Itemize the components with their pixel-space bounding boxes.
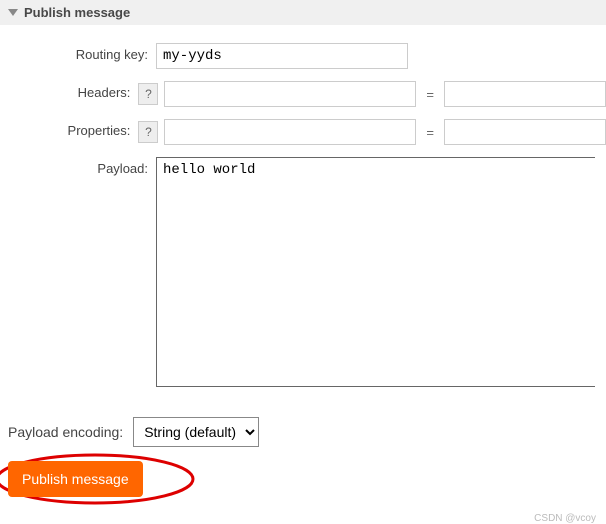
- row-routing-key: Routing key:: [8, 43, 606, 69]
- headers-help-icon[interactable]: ?: [138, 83, 158, 105]
- row-payload-encoding: Payload encoding: String (default): [8, 417, 606, 447]
- equals-sign: =: [422, 87, 438, 102]
- routing-key-input[interactable]: [156, 43, 408, 69]
- publish-message-button[interactable]: Publish message: [8, 461, 143, 497]
- payload-encoding-label: Payload encoding:: [8, 424, 123, 440]
- headers-key-input[interactable]: [164, 81, 416, 107]
- equals-sign: =: [422, 125, 438, 140]
- section-title: Publish message: [24, 5, 130, 20]
- watermark: CSDN @vcoy: [0, 513, 606, 524]
- row-headers: Headers: ? =: [8, 81, 606, 107]
- properties-help-icon[interactable]: ?: [138, 121, 158, 143]
- headers-value-input[interactable]: [444, 81, 606, 107]
- payload-encoding-select[interactable]: String (default): [133, 417, 259, 447]
- properties-label: Properties:: [8, 119, 138, 138]
- publish-form: Routing key: Headers: ? = Properties: ? …: [0, 25, 606, 407]
- chevron-down-icon: [8, 9, 18, 16]
- row-payload: Payload: hello world: [8, 157, 606, 387]
- row-properties: Properties: ? =: [8, 119, 606, 145]
- button-row: Publish message: [8, 461, 606, 511]
- routing-key-label: Routing key:: [8, 43, 156, 62]
- payload-textarea[interactable]: hello world: [156, 157, 595, 387]
- headers-label: Headers:: [8, 81, 138, 100]
- section-header[interactable]: Publish message: [0, 0, 606, 25]
- payload-label: Payload:: [8, 157, 156, 176]
- properties-key-input[interactable]: [164, 119, 416, 145]
- properties-value-input[interactable]: [444, 119, 606, 145]
